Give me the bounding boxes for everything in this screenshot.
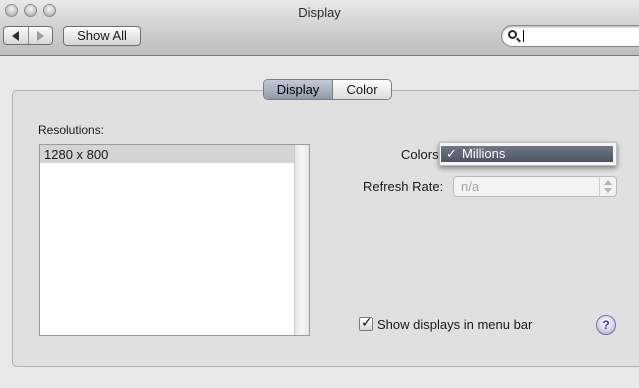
checkmark-icon: ✓ <box>446 146 457 161</box>
help-button[interactable]: ? <box>596 315 616 335</box>
tab-display[interactable]: Display <box>264 80 333 99</box>
chevron-up-icon <box>604 180 612 185</box>
tab-color[interactable]: Color <box>333 80 391 99</box>
refresh-rate-popup[interactable]: n/a <box>453 176 617 197</box>
toolbar: Display Show All <box>0 0 639 56</box>
list-item[interactable]: 1280 x 800 <box>40 145 296 163</box>
popup-arrows-icon <box>599 177 616 196</box>
search-icon <box>508 30 517 39</box>
checkmark-icon: ✓ <box>361 314 373 330</box>
forward-arrow-icon <box>36 30 44 41</box>
show-displays-checkbox[interactable]: ✓ <box>359 314 373 331</box>
chevron-down-icon <box>604 188 612 193</box>
colors-popup-menu[interactable]: ✓ Millions <box>439 142 617 166</box>
back-arrow-icon <box>12 30 20 41</box>
back-forward-control <box>3 26 53 45</box>
refresh-rate-label: Refresh Rate: <box>363 179 444 194</box>
colors-menu-item-label: Millions <box>462 146 506 161</box>
window-title: Display <box>298 5 341 20</box>
show-all-button[interactable]: Show All <box>63 26 141 46</box>
colors-menu-item-selected[interactable]: ✓ Millions <box>441 146 613 162</box>
tab-bar: Display Color <box>263 79 392 100</box>
resolutions-list[interactable]: 1280 x 800 <box>39 144 310 336</box>
colors-label: Colors <box>401 147 439 162</box>
refresh-rate-value: n/a <box>461 179 480 194</box>
resolutions-label: Resolutions: <box>38 123 105 137</box>
forward-button[interactable] <box>29 27 53 44</box>
text-caret <box>523 30 524 42</box>
show-displays-label[interactable]: Show displays in menu bar <box>377 317 532 332</box>
back-button[interactable] <box>4 27 29 44</box>
scrollbar[interactable] <box>294 145 309 335</box>
search-input[interactable] <box>501 25 639 47</box>
